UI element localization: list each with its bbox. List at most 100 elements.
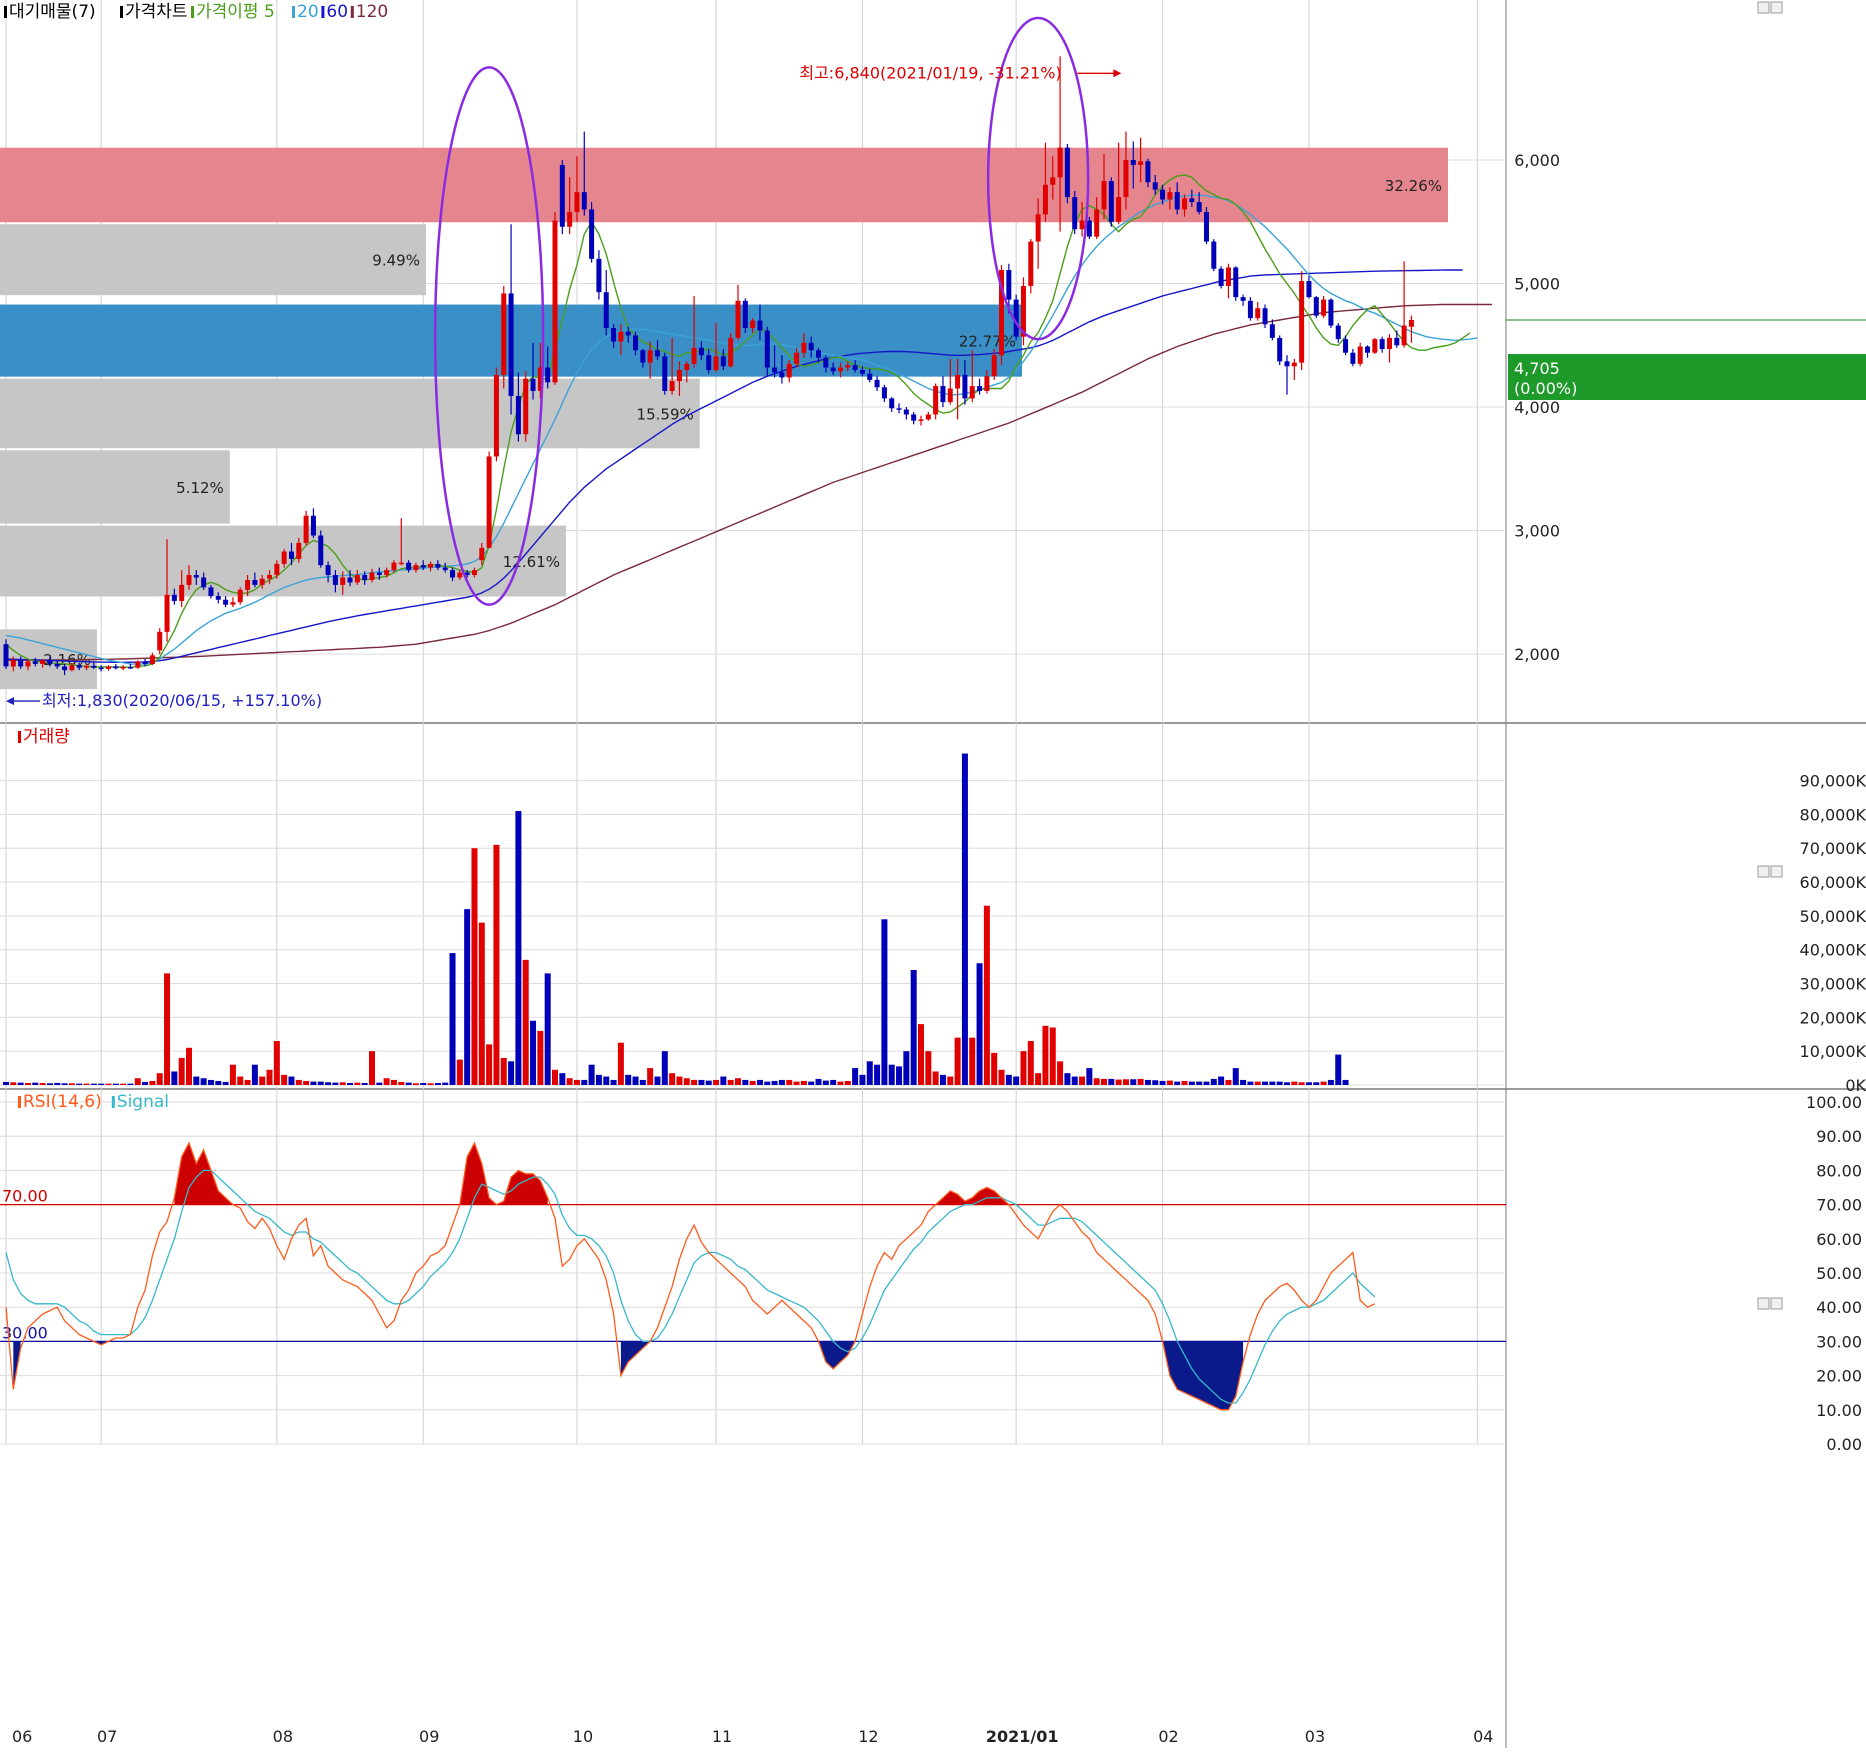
volume-bar — [54, 1082, 61, 1085]
volume-bar — [1232, 1068, 1239, 1085]
rsi-tick-label: 30.00 — [1816, 1332, 1862, 1351]
candle — [32, 661, 38, 664]
volume-bar — [669, 1073, 676, 1085]
volume-bar — [10, 1082, 17, 1085]
volume-bar — [442, 1082, 449, 1085]
supply-zone-label: 5.12% — [176, 479, 224, 497]
candle — [237, 589, 243, 603]
volume-bar — [625, 1074, 632, 1085]
candle — [669, 381, 675, 391]
candle — [201, 577, 207, 588]
candle — [340, 577, 346, 585]
volume-bar — [1144, 1079, 1151, 1085]
volume-bar — [998, 1069, 1005, 1085]
candle — [640, 350, 646, 363]
rsi-level-70-label: 70.00 — [2, 1187, 48, 1206]
candle — [962, 374, 968, 399]
volume-bar — [683, 1078, 690, 1085]
candle — [325, 565, 331, 576]
month-tick-label: 2021/01 — [986, 1727, 1059, 1746]
candle — [889, 398, 895, 409]
month-tick-label: 04 — [1473, 1727, 1493, 1746]
rsi-legend-marker — [111, 1096, 115, 1108]
volume-bar — [654, 1076, 661, 1085]
volume-tick-label: 20,000K — [1800, 1008, 1866, 1027]
volume-bar — [749, 1080, 756, 1085]
volume-bar — [200, 1078, 207, 1085]
price-legend-marker — [120, 6, 123, 18]
candle — [179, 584, 185, 601]
candle — [369, 572, 375, 580]
candle — [684, 363, 690, 370]
volume-bar — [332, 1082, 339, 1085]
volume-bar — [800, 1080, 807, 1085]
volume-bar — [874, 1064, 881, 1085]
candle — [772, 367, 778, 373]
candle — [3, 644, 9, 667]
volume-bar — [68, 1083, 75, 1085]
candle — [1123, 160, 1129, 198]
candle — [545, 367, 551, 383]
volume-bar — [207, 1079, 214, 1085]
volume-bar — [859, 1074, 866, 1085]
volume-bar — [939, 1074, 946, 1085]
candle — [1240, 297, 1246, 301]
candle — [625, 331, 631, 336]
candle — [501, 293, 507, 375]
volume-bar — [727, 1079, 734, 1085]
supply-zone-label: 9.49% — [372, 252, 420, 270]
volume-bar — [530, 1020, 537, 1085]
candle — [1203, 211, 1209, 242]
candle — [296, 542, 302, 559]
candle — [376, 572, 382, 576]
volume-bar — [1137, 1078, 1144, 1085]
candle — [18, 660, 24, 667]
volume-bar — [405, 1082, 412, 1085]
volume-bar — [61, 1083, 68, 1085]
candle — [1247, 300, 1253, 319]
candle — [1313, 297, 1319, 316]
candle — [801, 342, 807, 353]
volume-bar — [691, 1079, 698, 1085]
candle — [947, 388, 953, 403]
volume-bar — [1240, 1079, 1247, 1085]
candle — [1189, 198, 1195, 203]
candle — [845, 365, 851, 368]
volume-bar — [427, 1083, 434, 1085]
volume-bar — [647, 1068, 654, 1085]
volume-bar — [581, 1079, 588, 1085]
volume-bar — [1269, 1081, 1276, 1085]
volume-bar — [808, 1081, 815, 1085]
volume-bar — [156, 1073, 163, 1085]
candle — [267, 575, 273, 579]
candle — [515, 395, 521, 435]
volume-bar — [1225, 1079, 1232, 1085]
rsi-tick-label: 20.00 — [1816, 1367, 1862, 1386]
candle — [728, 337, 734, 367]
price-legend-marker — [350, 6, 354, 18]
candle — [193, 575, 199, 578]
candle — [230, 602, 236, 605]
candle — [1182, 198, 1188, 210]
candle — [589, 209, 595, 259]
rsi-tick-label: 40.00 — [1816, 1298, 1862, 1317]
current-price-value: 4,705 — [1514, 359, 1560, 378]
candle — [1225, 267, 1231, 287]
candle — [691, 347, 697, 364]
price-legend-marker — [292, 6, 295, 18]
volume-tick-label: 80,000K — [1800, 805, 1866, 824]
candle — [1321, 299, 1327, 316]
candle — [698, 347, 704, 356]
volume-bar — [1335, 1054, 1342, 1085]
volume-bar — [815, 1078, 822, 1085]
volume-bar — [1027, 1041, 1034, 1085]
volume-bar — [310, 1081, 317, 1085]
volume-bar — [588, 1064, 595, 1085]
volume-bar — [976, 963, 983, 1085]
volume-bar — [171, 1071, 178, 1085]
candle — [252, 579, 258, 585]
candle — [567, 211, 573, 227]
candle — [1006, 269, 1012, 300]
rsi-legend-label: RSI(14,6) — [23, 1092, 102, 1112]
volume-bar — [142, 1081, 149, 1085]
